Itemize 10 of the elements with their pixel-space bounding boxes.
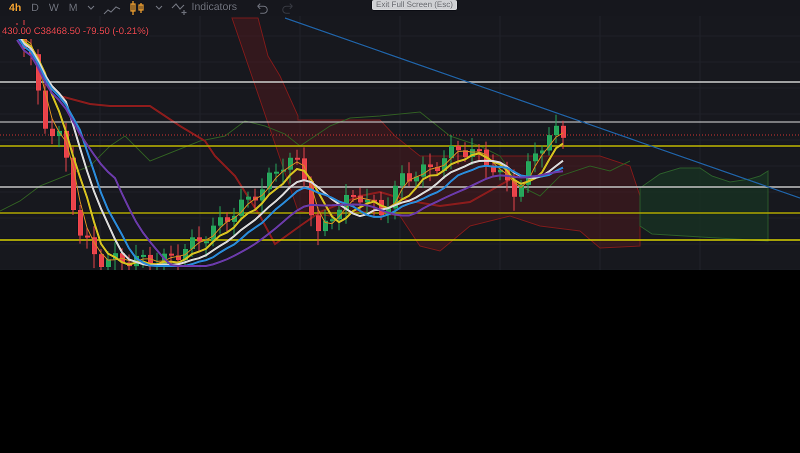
indicators-button[interactable]: Indicators <box>166 0 242 16</box>
chevron-icon <box>86 5 95 11</box>
interval-tab[interactable]: M <box>64 0 83 16</box>
tooltip: Exit Full Screen (Esc) <box>372 0 457 10</box>
interval-tab[interactable]: 4h <box>4 0 26 16</box>
ohlc-legend: 430.00 C38468.50 -79.50 (-0.21%) <box>2 25 149 40</box>
interval-tab[interactable]: W <box>44 0 64 16</box>
indicators-icon <box>170 1 189 15</box>
chevron-icon <box>154 5 163 11</box>
interval-tab[interactable]: D <box>26 0 44 16</box>
